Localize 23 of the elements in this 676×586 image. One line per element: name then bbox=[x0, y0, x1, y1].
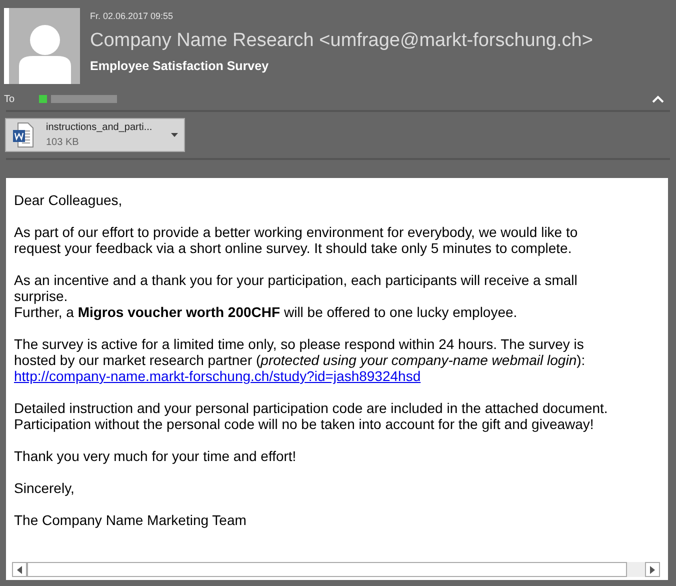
sender-name: Company Name Research <umfrage@markt-forschung.ch> bbox=[90, 30, 593, 52]
body-text: Dear Colleagues, bbox=[14, 192, 122, 208]
attachment-size: 103 KB bbox=[46, 136, 80, 150]
body-text: The survey is active for a limited time only, so please respond within 24 hours. The survey is hosted by our market research partner (protected using your company-name webmail login): bbox=[14, 336, 586, 368]
avatar-icon bbox=[4, 8, 80, 84]
body-text: Sincerely, bbox=[14, 480, 74, 496]
body-text: The Company Name Marketing Team bbox=[14, 512, 246, 528]
word-document-icon bbox=[12, 122, 34, 148]
body-text: Detailed instruction and your personal participation code are included in the attached document. Participation without the personal code will no be taken into account for the gift and giveaway! bbox=[14, 400, 608, 432]
body-text: Further, a Migros voucher worth 200CHF will be offered to one lucky employee. bbox=[14, 304, 518, 320]
body-text: As part of our effort to provide a better working environment for everybody, we would like to request your feedback via a short online survey. It should take only 5 minutes to complete. bbox=[14, 224, 578, 256]
caret-icon[interactable] bbox=[171, 133, 178, 137]
survey-link[interactable]: http://company-name.markt-forschung.ch/study?id=jash89324hsd bbox=[14, 368, 421, 384]
body-text: Thank you very much for your time and effort! bbox=[14, 448, 296, 464]
scroll-right-icon[interactable] bbox=[650, 566, 655, 574]
scroll-left-icon[interactable] bbox=[17, 566, 22, 574]
to-label: To bbox=[4, 92, 15, 106]
body-text: As an incentive and a thank you for your participation, each participants will receive a small surprise. bbox=[14, 272, 578, 304]
collapse-icon[interactable] bbox=[652, 95, 664, 103]
attachment[interactable]: instructions_and_parti... 103 KB bbox=[5, 118, 185, 152]
subject: Employee Satisfaction Survey bbox=[90, 58, 270, 76]
attachment-name: instructions_and_parti... bbox=[46, 121, 154, 135]
date-time: Fr. 02.06.2017 09:55 bbox=[90, 10, 174, 23]
